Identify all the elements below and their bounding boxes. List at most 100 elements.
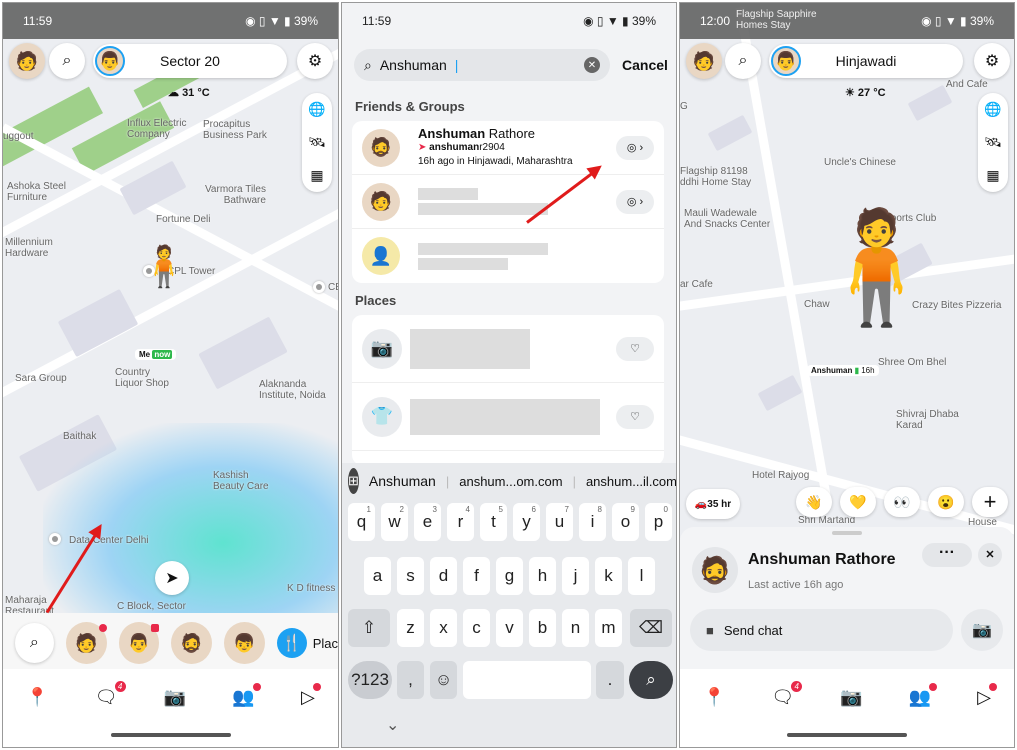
hide-keyboard-icon[interactable]: ⌄: [386, 715, 399, 735]
key-p[interactable]: p0: [645, 503, 672, 541]
map-nav-icon[interactable]: 📍: [703, 687, 725, 708]
key-o[interactable]: o9: [612, 503, 639, 541]
friend-bitmoji[interactable]: 🧑: [65, 622, 107, 664]
globe-icon[interactable]: 🌐: [984, 101, 1001, 118]
emoji-key[interactable]: ☺: [430, 661, 457, 699]
wave-reaction[interactable]: 👋: [796, 487, 832, 517]
place-result[interactable]: 📷 ♡: [352, 315, 664, 383]
cancel-button[interactable]: Cancel: [622, 57, 668, 73]
key-u[interactable]: u7: [546, 503, 573, 541]
eyes-reaction[interactable]: 👀: [884, 487, 920, 517]
key-f[interactable]: f: [463, 557, 490, 595]
friend-avatar[interactable]: 🧔: [692, 547, 738, 593]
shift-key[interactable]: ⇧: [348, 609, 390, 647]
search-key[interactable]: ⌕: [629, 661, 673, 699]
profile-avatar[interactable]: 🧑: [686, 43, 722, 79]
search-icon[interactable]: ⌕: [49, 43, 85, 79]
symbols-key[interactable]: ?123: [348, 661, 392, 699]
reactions: 👋 💛 👀 😮 +: [796, 487, 1008, 517]
friend-bitmoji[interactable]: 🧍: [808, 173, 945, 363]
place-result[interactable]: 👕 ♡: [352, 383, 664, 451]
key-m[interactable]: m: [595, 609, 622, 647]
friend-result[interactable]: 👤: [352, 229, 664, 283]
settings-icon[interactable]: ⚙: [974, 43, 1010, 79]
key-n[interactable]: n: [562, 609, 589, 647]
chat-nav-icon[interactable]: 🗨 4: [95, 680, 126, 708]
chat-nav-icon[interactable]: 🗨 4: [771, 680, 803, 708]
friend-avatar: 👨: [95, 46, 125, 76]
key-d[interactable]: d: [430, 557, 457, 595]
suggestion-bar: ⊞ Anshuman | anshum...om.com | anshum...il…: [342, 463, 676, 499]
key-l[interactable]: l: [628, 557, 655, 595]
friends-nav-icon[interactable]: 👥: [232, 682, 261, 708]
favorite-heart-icon[interactable]: ♡: [616, 404, 654, 429]
locate-icon[interactable]: ➤: [155, 561, 189, 595]
add-reaction-button[interactable]: +: [972, 487, 1008, 517]
friend-bitmoji[interactable]: 🧔: [171, 622, 212, 664]
suggestion[interactable]: Anshuman: [369, 473, 436, 489]
friend-result-anshuman[interactable]: 🧔 Anshuman Rathore ➤ anshumanr2904 16h a…: [352, 121, 664, 175]
key-v[interactable]: v: [496, 609, 523, 647]
friends-nav-icon[interactable]: 👥: [909, 682, 938, 708]
period-key[interactable]: .: [596, 661, 624, 699]
memories-icon[interactable]: ▦: [986, 167, 999, 184]
search-icon[interactable]: ⌕: [725, 43, 761, 79]
key-h[interactable]: h: [529, 557, 556, 595]
view-location-button[interactable]: ◎ ›: [616, 189, 654, 214]
location-title-pill[interactable]: 👨 Hinjawadi: [769, 44, 963, 78]
more-options-button[interactable]: ···: [922, 543, 972, 567]
friend-bitmoji[interactable]: 👦: [223, 622, 265, 664]
view-location-button[interactable]: ◎ ›: [616, 135, 654, 160]
key-r[interactable]: r4: [447, 503, 474, 541]
spotlight-nav-icon[interactable]: ▷: [977, 682, 997, 708]
globe-icon[interactable]: 🌐: [308, 101, 325, 118]
key-b[interactable]: b: [529, 609, 556, 647]
key-z[interactable]: z: [397, 609, 424, 647]
settings-icon[interactable]: ⚙: [297, 43, 333, 79]
location-title-pill[interactable]: 👨 Sector 20: [93, 44, 287, 78]
camera-nav-icon[interactable]: 📷: [840, 687, 862, 708]
profile-avatar[interactable]: 🧑: [9, 43, 45, 79]
suggestion[interactable]: anshum...il.com: [586, 474, 676, 489]
key-j[interactable]: j: [562, 557, 589, 595]
key-e[interactable]: e3: [414, 503, 441, 541]
key-k[interactable]: k: [595, 557, 622, 595]
backspace-key[interactable]: ⌫: [630, 609, 672, 647]
key-a[interactable]: a: [364, 557, 391, 595]
close-button[interactable]: ✕: [978, 543, 1002, 567]
wow-reaction[interactable]: 😮: [928, 487, 964, 517]
key-w[interactable]: w2: [381, 503, 408, 541]
apps-grid-icon[interactable]: ⊞: [348, 468, 359, 494]
suggestion[interactable]: anshum...om.com: [459, 474, 562, 489]
drag-handle[interactable]: [832, 531, 862, 535]
places-button[interactable]: 🍴 Plac: [276, 628, 338, 658]
key-g[interactable]: g: [496, 557, 523, 595]
tray-search-icon[interactable]: ⌕: [15, 623, 54, 663]
map-nav-icon[interactable]: 📍: [26, 687, 48, 708]
bitmoji-me[interactable]: 🧍: [139, 243, 189, 343]
search-input[interactable]: ⌕ Anshuman | ✕: [354, 49, 610, 81]
key-i[interactable]: i8: [579, 503, 606, 541]
clear-icon[interactable]: ✕: [584, 57, 600, 73]
satellite-icon[interactable]: 🛰: [308, 134, 326, 151]
key-t[interactable]: t5: [480, 503, 507, 541]
key-s[interactable]: s: [397, 557, 424, 595]
heart-reaction[interactable]: 💛: [840, 487, 876, 517]
key-q[interactable]: q1: [348, 503, 375, 541]
key-c[interactable]: c: [463, 609, 490, 647]
key-y[interactable]: y6: [513, 503, 540, 541]
satellite-icon[interactable]: 🛰: [984, 134, 1002, 151]
send-chat-button[interactable]: ■ Send chat: [690, 609, 953, 651]
space-key[interactable]: [463, 661, 591, 699]
camera-nav-icon[interactable]: 📷: [164, 687, 186, 708]
favorite-heart-icon[interactable]: ♡: [616, 336, 654, 361]
friend-result[interactable]: 🧑 ◎ ›: [352, 175, 664, 229]
camera-icon[interactable]: 📷: [961, 609, 1003, 651]
key-x[interactable]: x: [430, 609, 457, 647]
drive-time-chip[interactable]: 🚗 35 hr: [686, 489, 740, 519]
spotlight-nav-icon[interactable]: ▷: [301, 682, 321, 708]
friend-bitmoji[interactable]: 👨: [118, 622, 160, 664]
comma-key[interactable]: ,: [397, 661, 424, 699]
friend-name: Anshuman Rathore: [748, 551, 896, 568]
memories-icon[interactable]: ▦: [310, 167, 323, 184]
